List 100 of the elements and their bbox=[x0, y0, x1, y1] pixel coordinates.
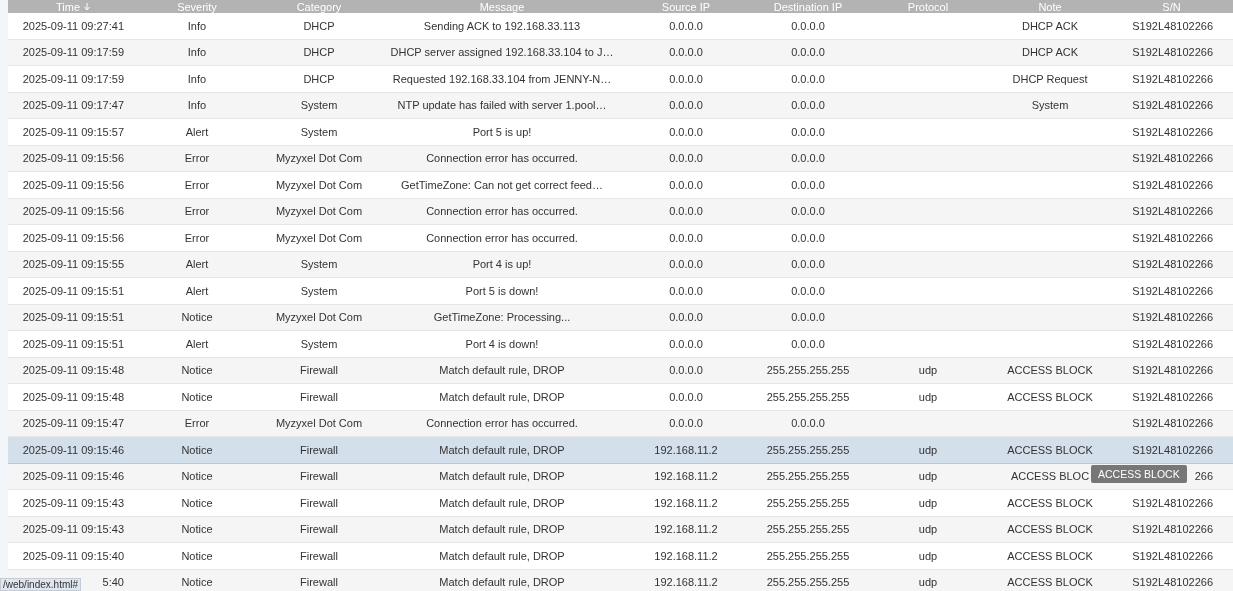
table-cell: 0.0.0.0 bbox=[669, 364, 703, 377]
table-cell: 0.0.0.0 bbox=[669, 284, 703, 297]
table-cell: ACCESS BLOCK bbox=[1007, 390, 1093, 403]
table-cell: 2025-09-11 09:17:47 bbox=[22, 99, 124, 112]
table-cell: 192.168.11.2 bbox=[654, 576, 718, 589]
table-cell: S192L48102266 bbox=[1132, 205, 1213, 218]
table-row[interactable]: 2025-09-11 09:15:56 Error Myzyxel Dot Com Connection error has occurred. 0.0.0.0 0.0.0.0 S192L48102266 bbox=[8, 198, 1233, 225]
table-cell: 0.0.0.0 bbox=[791, 46, 825, 59]
table-cell: Firewall bbox=[300, 549, 338, 562]
table-cell: 2025-09-11 09:15:46 bbox=[22, 443, 124, 456]
table-cell: S192L48102266 bbox=[1132, 19, 1213, 32]
table-cell: S192L48102266 bbox=[1132, 46, 1213, 59]
table-cell: Alert bbox=[185, 337, 209, 350]
table-cell: Match default rule, DROP bbox=[439, 576, 565, 589]
table-cell: Myzyxel Dot Com bbox=[275, 178, 363, 191]
table-cell: System bbox=[300, 337, 338, 350]
table-cell: 2025-09-11 09:15:46 bbox=[22, 470, 124, 483]
table-cell: Myzyxel Dot Com bbox=[275, 205, 363, 218]
table-cell: DHCP Request bbox=[1012, 72, 1088, 85]
table-cell: 0.0.0.0 bbox=[669, 125, 703, 138]
table-cell: Myzyxel Dot Com bbox=[275, 152, 363, 165]
table-cell: Alert bbox=[185, 125, 209, 138]
table-cell: 0.0.0.0 bbox=[669, 19, 703, 32]
table-row[interactable]: 2025-09-11 09:15:51 Notice Myzyxel Dot Com GetTimeZone: Processing... 0.0.0.0 0.0.0.0 S192L48102266 bbox=[8, 304, 1233, 331]
table-cell: Match default rule, DROP bbox=[439, 523, 565, 536]
table-cell: 2025-09-11 09:15:51 bbox=[22, 284, 124, 297]
table-cell: 255.255.255.255 bbox=[766, 549, 850, 562]
table-cell: udp bbox=[918, 390, 938, 403]
table-cell: Error bbox=[184, 152, 210, 165]
table-cell: 255.255.255.255 bbox=[766, 496, 850, 509]
table-cell: 0.0.0.0 bbox=[669, 417, 703, 430]
table-cell: 0.0.0.0 bbox=[791, 205, 825, 218]
table-cell: udp bbox=[918, 364, 938, 377]
table-cell: 0.0.0.0 bbox=[669, 311, 703, 324]
table-cell: 255.255.255.255 bbox=[766, 576, 850, 589]
table-cell: 0.0.0.0 bbox=[791, 72, 825, 85]
table-cell: 2025-09-11 09:17:59 bbox=[22, 72, 124, 85]
tooltip: ACCESS BLOCK bbox=[1091, 465, 1187, 484]
table-cell: NTP update has failed with server 1.pool… bbox=[397, 99, 607, 112]
table-cell: S192L48102266 bbox=[1132, 178, 1213, 191]
table-cell: Myzyxel Dot Com bbox=[275, 231, 363, 244]
table-row[interactable]: 2025-09-11 09:15:56 Error Myzyxel Dot Com Connection error has occurred. 0.0.0.0 0.0.0.0 S192L48102266 bbox=[8, 145, 1233, 172]
table-cell: Notice bbox=[181, 523, 213, 536]
table-cell: 0.0.0.0 bbox=[791, 311, 825, 324]
table-row[interactable]: 2025-09-11 09:15:47 Error Myzyxel Dot Com Connection error has occurred. 0.0.0.0 0.0.0.0 S192L48102266 bbox=[8, 410, 1233, 437]
table-row[interactable]: 2025-09-11 09:17:59 Info DHCP DHCP server assigned 192.168.33.104 to J… 0.0.0.0 0.0.0.0 DHCP ACK S192L48102266 bbox=[8, 39, 1233, 66]
table-row[interactable]: 2025-09-11 09:15:46 Notice Firewall Match default rule, DROP 192.168.11.2 255.255.255.255 udp ACCESS BLOCK S192L48102266 bbox=[8, 437, 1233, 464]
table-cell: 255.255.255.255 bbox=[766, 364, 850, 377]
table-cell: S192L48102266 bbox=[1132, 99, 1213, 112]
table-cell: Notice bbox=[181, 364, 213, 377]
table-cell: 2025-09-11 09:15:57 bbox=[22, 125, 124, 138]
table-row[interactable]: 2025-09-11 09:15:48 Notice Firewall Match default rule, DROP 0.0.0.0 255.255.255.255 udp ACCESS BLOCK S192L48102266 bbox=[8, 357, 1233, 384]
table-cell: GetTimeZone: Can not get correct feed… bbox=[401, 178, 603, 191]
table-cell: S192L48102266 bbox=[1132, 576, 1213, 589]
table-cell: ACCESS BLOCK bbox=[1007, 523, 1093, 536]
table-cell: Port 4 is down! bbox=[465, 337, 539, 350]
table-cell: 2025-09-11 09:15:55 bbox=[22, 258, 124, 271]
table-cell: 0.0.0.0 bbox=[669, 72, 703, 85]
table-cell: Match default rule, DROP bbox=[439, 496, 565, 509]
table-cell: DHCP bbox=[303, 46, 335, 59]
table-cell: DHCP ACK bbox=[1021, 46, 1078, 59]
table-cell: 0.0.0.0 bbox=[669, 231, 703, 244]
table-cell: 0.0.0.0 bbox=[669, 337, 703, 350]
table-cell: 2025-09-11 09:15:48 bbox=[22, 364, 124, 377]
table-cell: DHCP bbox=[303, 19, 335, 32]
table-cell: Match default rule, DROP bbox=[439, 443, 565, 456]
table-cell: S192L48102266 bbox=[1132, 125, 1213, 138]
table-cell: 255.255.255.255 bbox=[766, 443, 850, 456]
table-row[interactable]: 2025-09-11 09:17:47 Info System NTP update has failed with server 1.pool… 0.0.0.0 0.0.0.0 System S192L48102266 bbox=[8, 92, 1233, 119]
table-cell: S192L48102266 bbox=[1132, 364, 1213, 377]
table-cell: Error bbox=[184, 205, 210, 218]
table-cell: S192L48102266 bbox=[1132, 523, 1213, 536]
table-cell: Match default rule, DROP bbox=[439, 364, 565, 377]
table-cell: Error bbox=[184, 417, 210, 430]
table-cell: Myzyxel Dot Com bbox=[275, 417, 363, 430]
table-row[interactable]: 2025-09-11 09:15:55 Alert System Port 4 is up! 0.0.0.0 0.0.0.0 S192L48102266 bbox=[8, 251, 1233, 278]
table-cell: Notice bbox=[181, 470, 213, 483]
table-cell: Requested 192.168.33.104 from JENNY-N… bbox=[392, 72, 612, 85]
table-cell: 255.255.255.255 bbox=[766, 390, 850, 403]
table-cell: 255.255.255.255 bbox=[766, 523, 850, 536]
table-cell: System bbox=[300, 99, 338, 112]
table-cell: 0.0.0.0 bbox=[791, 19, 825, 32]
table-cell: 0.0.0.0 bbox=[791, 125, 825, 138]
table-cell: udp bbox=[918, 576, 938, 589]
table-cell: 2025-09-11 09:15:43 bbox=[22, 523, 124, 536]
table-cell: udp bbox=[918, 549, 938, 562]
table-cell: 192.168.11.2 bbox=[654, 496, 718, 509]
table-cell: Alert bbox=[185, 258, 209, 271]
table-cell: 255.255.255.255 bbox=[766, 470, 850, 483]
table-cell: Notice bbox=[181, 576, 213, 589]
table-cell: ACCESS BLOCK bbox=[1007, 443, 1093, 456]
table-cell: S192L48102266 bbox=[1132, 231, 1213, 244]
table-cell: 0.0.0.0 bbox=[791, 417, 825, 430]
table-row[interactable]: 2025-09-11 09:15:43 Notice Firewall Match default rule, DROP 192.168.11.2 255.255.255.255 udp ACCESS BLOCK S192L48102266 bbox=[8, 516, 1233, 543]
table-cell: Firewall bbox=[300, 523, 338, 536]
table-cell: 0.0.0.0 bbox=[669, 46, 703, 59]
table-cell: ACCESS BLOCK bbox=[1007, 496, 1093, 509]
table-cell: 0.0.0.0 bbox=[791, 337, 825, 350]
table-row[interactable]: 2025-09-11 09:15:46 Notice Firewall Match default rule, DROP 192.168.11.2 255.255.255.255 udp ACCESS BLOC ACCESS BLOCK 266 bbox=[8, 463, 1233, 490]
table-cell: Match default rule, DROP bbox=[439, 390, 565, 403]
